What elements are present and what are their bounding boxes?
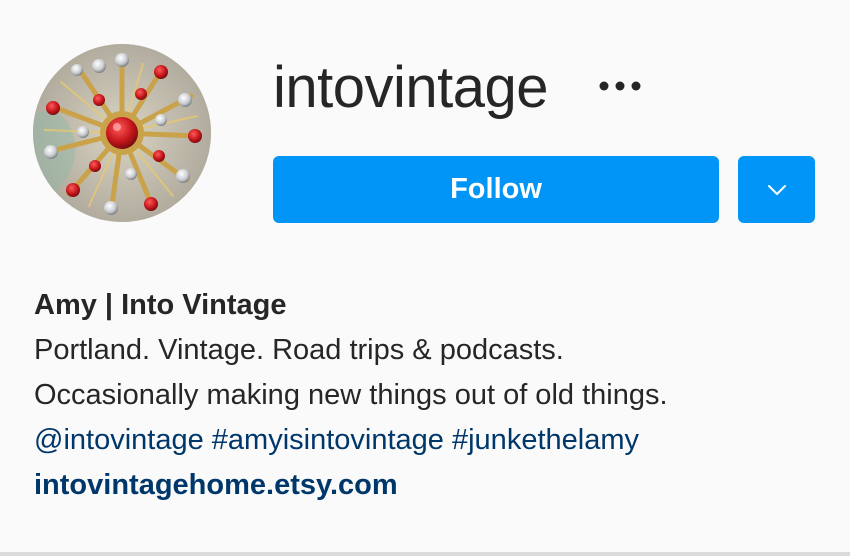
follow-button[interactable]: Follow <box>273 156 719 223</box>
bio-line-2: Occasionally making new things out of ol… <box>34 379 668 411</box>
mention-link[interactable]: @intovintage <box>34 424 204 456</box>
hashtag-link-1[interactable]: #amyisintovintage <box>212 424 444 456</box>
profile-username: intovintage <box>273 55 549 120</box>
bio-tags-line: @intovintage #amyisintovintage #junkethe… <box>34 418 824 463</box>
divider <box>0 552 850 556</box>
avatar[interactable] <box>33 44 211 222</box>
bio-line-1: Portland. Vintage. Road trips & podcasts… <box>34 334 564 366</box>
more-options-button[interactable] <box>596 68 652 104</box>
profile-bio: Amy | Into Vintage Portland. Vintage. Ro… <box>34 283 824 508</box>
profile-full-name: Amy | Into Vintage <box>34 289 287 321</box>
profile-header: intovintage Follow Amy | Into Vintage Po… <box>0 0 850 556</box>
suggested-accounts-button[interactable] <box>738 156 815 223</box>
more-horizontal-icon <box>599 81 641 91</box>
website-link[interactable]: intovintagehome.etsy.com <box>34 463 824 508</box>
brooch-photo <box>33 44 211 222</box>
chevron-down-icon <box>767 184 786 195</box>
hashtag-link-2[interactable]: #junkethelamy <box>452 424 639 456</box>
